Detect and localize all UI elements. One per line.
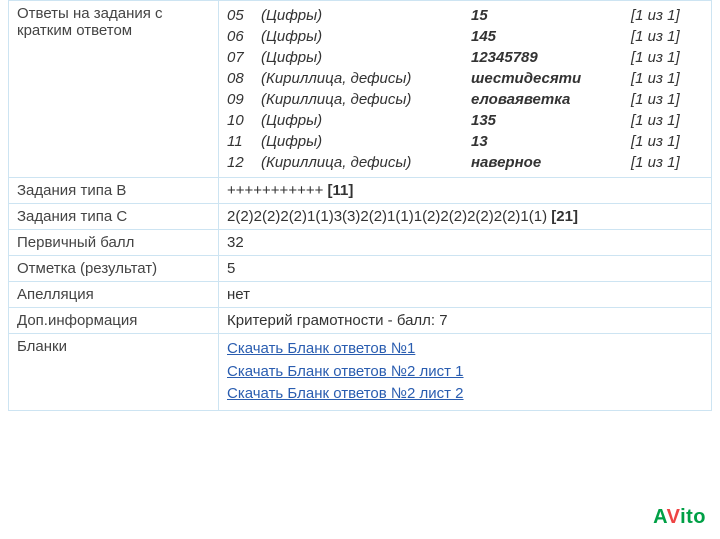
answer-value: 135 bbox=[471, 110, 631, 131]
row-blanks: Бланки Скачать Бланк ответов №1 Скачать … bbox=[9, 334, 712, 411]
answer-score: [1 из 1] bbox=[631, 131, 703, 152]
answer-num: 08 bbox=[227, 68, 261, 89]
answer-num: 10 bbox=[227, 110, 261, 131]
answer-num: 05 bbox=[227, 5, 261, 26]
blank-link-1[interactable]: Скачать Бланк ответов №1 bbox=[227, 338, 703, 361]
value-primary-score: 32 bbox=[219, 230, 712, 256]
type-b-total: [11] bbox=[328, 182, 354, 199]
value-extra: Критерий грамотности - балл: 7 bbox=[219, 308, 712, 334]
answer-value: 145 bbox=[471, 26, 631, 47]
answer-type: (Кириллица, дефисы) bbox=[261, 89, 471, 110]
results-table: Ответы на задания с кратким ответом 05 (… bbox=[8, 0, 712, 411]
answer-type: (Цифры) bbox=[261, 131, 471, 152]
label-primary-score: Первичный балл bbox=[9, 230, 219, 256]
label-type-b: Задания типа В bbox=[9, 178, 219, 204]
row-short-answers: Ответы на задания с кратким ответом 05 (… bbox=[9, 1, 712, 178]
label-blanks: Бланки bbox=[9, 334, 219, 411]
answer-type: (Кириллица, дефисы) bbox=[261, 68, 471, 89]
watermark-a: A bbox=[653, 506, 666, 528]
row-type-c: Задания типа С 2(2)2(2)2(2)1(1)3(3)2(2)1… bbox=[9, 204, 712, 230]
answer-row: 09 (Кириллица, дефисы) еловаяветка [1 из… bbox=[227, 89, 703, 110]
label-mark: Отметка (результат) bbox=[9, 256, 219, 282]
answer-type: (Цифры) bbox=[261, 110, 471, 131]
cell-short-answers: 05 (Цифры) 15 [1 из 1] 06 (Цифры) 145 [1… bbox=[219, 1, 712, 178]
answer-value: 12345789 bbox=[471, 47, 631, 68]
answer-value: еловаяветка bbox=[471, 89, 631, 110]
answer-value: 13 bbox=[471, 131, 631, 152]
answer-score: [1 из 1] bbox=[631, 68, 703, 89]
answer-score: [1 из 1] bbox=[631, 110, 703, 131]
answer-value: шестидесяти bbox=[471, 68, 631, 89]
answer-row: 11 (Цифры) 13 [1 из 1] bbox=[227, 131, 703, 152]
type-b-marks: +++++++++++ bbox=[227, 182, 328, 199]
answer-row: 06 (Цифры) 145 [1 из 1] bbox=[227, 26, 703, 47]
row-type-b: Задания типа В +++++++++++ [11] bbox=[9, 178, 712, 204]
avito-watermark: AVito bbox=[653, 506, 706, 529]
answer-score: [1 из 1] bbox=[631, 5, 703, 26]
answer-type: (Кириллица, дефисы) bbox=[261, 152, 471, 173]
label-extra: Доп.информация bbox=[9, 308, 219, 334]
answer-row: 05 (Цифры) 15 [1 из 1] bbox=[227, 5, 703, 26]
answer-num: 12 bbox=[227, 152, 261, 173]
answers-subtable: 05 (Цифры) 15 [1 из 1] 06 (Цифры) 145 [1… bbox=[227, 5, 703, 173]
answer-row: 08 (Кириллица, дефисы) шестидесяти [1 из… bbox=[227, 68, 703, 89]
blank-link-3[interactable]: Скачать Бланк ответов №2 лист 2 bbox=[227, 383, 703, 406]
row-mark: Отметка (результат) 5 bbox=[9, 256, 712, 282]
type-c-total: [21] bbox=[551, 208, 578, 225]
answer-num: 06 bbox=[227, 26, 261, 47]
answer-value: 15 bbox=[471, 5, 631, 26]
value-type-b: +++++++++++ [11] bbox=[219, 178, 712, 204]
value-type-c: 2(2)2(2)2(2)1(1)3(3)2(2)1(1)1(2)2(2)2(2)… bbox=[219, 204, 712, 230]
watermark-v: V bbox=[667, 506, 680, 528]
answer-value: наверное bbox=[471, 152, 631, 173]
answer-row: 07 (Цифры) 12345789 [1 из 1] bbox=[227, 47, 703, 68]
answer-type: (Цифры) bbox=[261, 47, 471, 68]
label-short-answers: Ответы на задания с кратким ответом bbox=[9, 1, 219, 178]
answer-score: [1 из 1] bbox=[631, 47, 703, 68]
type-c-marks: 2(2)2(2)2(2)1(1)3(3)2(2)1(1)1(2)2(2)2(2)… bbox=[227, 208, 551, 225]
answer-type: (Цифры) bbox=[261, 5, 471, 26]
answer-num: 07 bbox=[227, 47, 261, 68]
answer-row: 10 (Цифры) 135 [1 из 1] bbox=[227, 110, 703, 131]
value-appeal: нет bbox=[219, 282, 712, 308]
answer-type: (Цифры) bbox=[261, 26, 471, 47]
answer-score: [1 из 1] bbox=[631, 152, 703, 173]
label-appeal: Апелляция bbox=[9, 282, 219, 308]
label-type-c: Задания типа С bbox=[9, 204, 219, 230]
answer-num: 09 bbox=[227, 89, 261, 110]
value-mark: 5 bbox=[219, 256, 712, 282]
value-blanks: Скачать Бланк ответов №1 Скачать Бланк о… bbox=[219, 334, 712, 411]
answer-score: [1 из 1] bbox=[631, 89, 703, 110]
row-primary-score: Первичный балл 32 bbox=[9, 230, 712, 256]
answer-num: 11 bbox=[227, 131, 261, 152]
answer-row: 12 (Кириллица, дефисы) наверное [1 из 1] bbox=[227, 152, 703, 173]
blank-link-2[interactable]: Скачать Бланк ответов №2 лист 1 bbox=[227, 361, 703, 384]
answer-score: [1 из 1] bbox=[631, 26, 703, 47]
watermark-ito: ito bbox=[680, 506, 706, 528]
row-extra: Доп.информация Критерий грамотности - ба… bbox=[9, 308, 712, 334]
row-appeal: Апелляция нет bbox=[9, 282, 712, 308]
